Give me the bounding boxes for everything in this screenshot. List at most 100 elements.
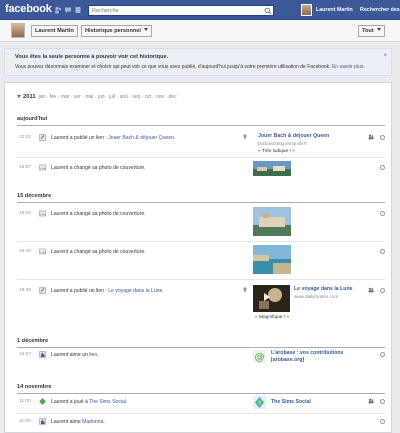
link-icon: [39, 287, 46, 294]
row-time: 11:00: [19, 399, 31, 404]
month-feb[interactable]: fév: [50, 94, 57, 100]
month-may[interactable]: mai: [85, 94, 93, 100]
hide-toggle[interactable]: [380, 249, 385, 254]
friend-requests-icon[interactable]: [54, 6, 62, 14]
month-mar[interactable]: mar: [61, 94, 70, 100]
preview-domain: podcast.blog.lemonde.fr: [258, 141, 308, 146]
month-oct[interactable]: oct: [145, 94, 152, 100]
privacy-notice: Vous êtes la seule personne à pouvoir vo…: [4, 48, 392, 76]
search-input[interactable]: Recherche: [88, 5, 274, 16]
notice-text: Vous pouvez désormais examiner et choisi…: [15, 64, 381, 70]
row-divider: [17, 279, 385, 280]
story-link[interactable]: Madonna: [82, 419, 103, 425]
story-text: Laurent a changé sa photo de couverture.: [51, 249, 146, 255]
location-pin-icon[interactable]: [243, 287, 247, 293]
preview-comment: « Très ludique ! »: [258, 149, 295, 154]
story-link[interactable]: The Sims Social: [89, 399, 126, 405]
story-text: Laurent a publié un lien : Le voyage dan…: [51, 288, 164, 294]
messages-icon[interactable]: [64, 6, 72, 14]
notice-body: Vous pouvez désormais examiner et choisi…: [15, 64, 331, 70]
profile-avatar[interactable]: [11, 23, 25, 38]
story-prefix: Laurent a publié un lien :: [51, 135, 109, 141]
story-link[interactable]: lien: [89, 352, 97, 358]
audience-friends-icon[interactable]: [368, 134, 374, 140]
app-thumbnail[interactable]: [253, 396, 266, 409]
section-divider: [17, 347, 385, 348]
learn-more-link[interactable]: En savoir plus.: [332, 64, 365, 70]
row-divider: [17, 413, 385, 414]
year-label[interactable]: 2011: [23, 94, 36, 100]
filter-dropdown[interactable]: Tout: [358, 25, 385, 37]
story-suffix: .: [103, 419, 105, 425]
section-divider: [17, 393, 385, 394]
notifications-icon[interactable]: [74, 6, 82, 14]
preview-comment: « Magnifique ! »: [255, 315, 290, 320]
like-icon: [39, 418, 46, 425]
hide-toggle[interactable]: [380, 288, 385, 293]
location-pin-icon[interactable]: [243, 134, 247, 140]
story-text: Laurent a joué à The Sims Social.: [51, 399, 127, 405]
search-icon[interactable]: [264, 7, 272, 15]
month-dec[interactable]: déc: [169, 94, 177, 100]
chevron-down-icon: [376, 28, 381, 31]
row-time: 18:20: [19, 249, 32, 254]
row-divider: [17, 157, 385, 158]
preview-title[interactable]: Le voyage dans la Lune: [294, 286, 353, 292]
close-icon[interactable]: ×: [383, 53, 387, 59]
section-heading-nov-14: 14 novembre: [17, 384, 52, 390]
hide-toggle[interactable]: [380, 135, 385, 140]
audience-friends-icon[interactable]: [368, 398, 374, 404]
month-jun[interactable]: jun: [98, 94, 105, 100]
facebook-logo[interactable]: facebook: [5, 3, 52, 15]
activity-log-label: Historique personnel: [85, 28, 141, 34]
year-month-navigator: 2011 jan · fév · mar · avr · mai · jun · …: [17, 94, 177, 100]
audience-friends-icon[interactable]: [368, 287, 374, 293]
story-suffix: .: [125, 399, 128, 405]
row-time: 18:20: [19, 211, 32, 216]
preview-title[interactable]: The Sims Social: [271, 399, 311, 405]
like-icon: [39, 351, 46, 358]
user-avatar[interactable]: [301, 4, 312, 16]
month-apr[interactable]: avr: [74, 94, 81, 100]
svg-text:@: @: [255, 352, 265, 363]
hide-toggle[interactable]: [380, 352, 385, 357]
find-friends-link[interactable]: Rechercher des: [360, 7, 400, 13]
hide-toggle[interactable]: [380, 419, 385, 424]
preview-title[interactable]: Jouer Bach & déjouer Queen: [258, 133, 329, 139]
profile-name-button[interactable]: Laurent Martin: [31, 25, 78, 37]
story-text: Laurent a changé sa photo de couverture.: [51, 165, 146, 171]
activity-log-dropdown[interactable]: Historique personnel: [81, 25, 152, 37]
cover-photo-thumbnail[interactable]: [253, 207, 291, 236]
story-suffix: .: [97, 352, 99, 358]
activity-timeline: 2011 jan · fév · mar · avr · mai · jun · …: [4, 82, 392, 433]
notice-title: Vous êtes la seule personne à pouvoir vo…: [15, 54, 169, 60]
month-jan[interactable]: jan: [39, 94, 46, 100]
month-sep[interactable]: sep: [132, 94, 140, 100]
hide-toggle[interactable]: [380, 165, 385, 170]
preview-title[interactable]: L'arobase : vos contributions [arobase.o…: [271, 350, 367, 364]
month-jul[interactable]: juil: [109, 94, 115, 100]
top-navigation-bar: facebook Recherche Laurent Martin Recher…: [0, 0, 400, 20]
month-nov[interactable]: nov: [156, 94, 164, 100]
story-prefix: Laurent aime: [51, 419, 83, 425]
hide-toggle[interactable]: [380, 211, 385, 216]
row-time: 18:38: [19, 288, 32, 293]
photo-icon: [39, 210, 46, 217]
story-prefix: Laurent a joué à: [51, 399, 90, 405]
cover-photo-thumbnail[interactable]: [253, 161, 291, 176]
month-aug[interactable]: aoû: [120, 94, 128, 100]
story-link[interactable]: Jouer Bach & déjouer Queen.: [108, 135, 175, 141]
row-time: 11:00: [19, 419, 31, 424]
cover-photo-thumbnail[interactable]: [253, 245, 291, 274]
profile-link[interactable]: Laurent Martin: [316, 7, 353, 13]
photo-icon: [39, 248, 46, 255]
story-link[interactable]: Le voyage dans la Lune.: [108, 288, 164, 294]
activity-log-header: Laurent Martin Historique personnel Tout: [0, 20, 400, 42]
video-thumbnail[interactable]: [253, 285, 290, 312]
story-text: Laurent a changé sa photo de couverture.: [51, 211, 146, 217]
section-divider: [17, 125, 385, 126]
game-icon: [39, 398, 46, 405]
hide-toggle[interactable]: [380, 399, 385, 404]
page-thumbnail[interactable]: @: [253, 350, 266, 363]
collapse-year-icon[interactable]: [17, 95, 21, 98]
